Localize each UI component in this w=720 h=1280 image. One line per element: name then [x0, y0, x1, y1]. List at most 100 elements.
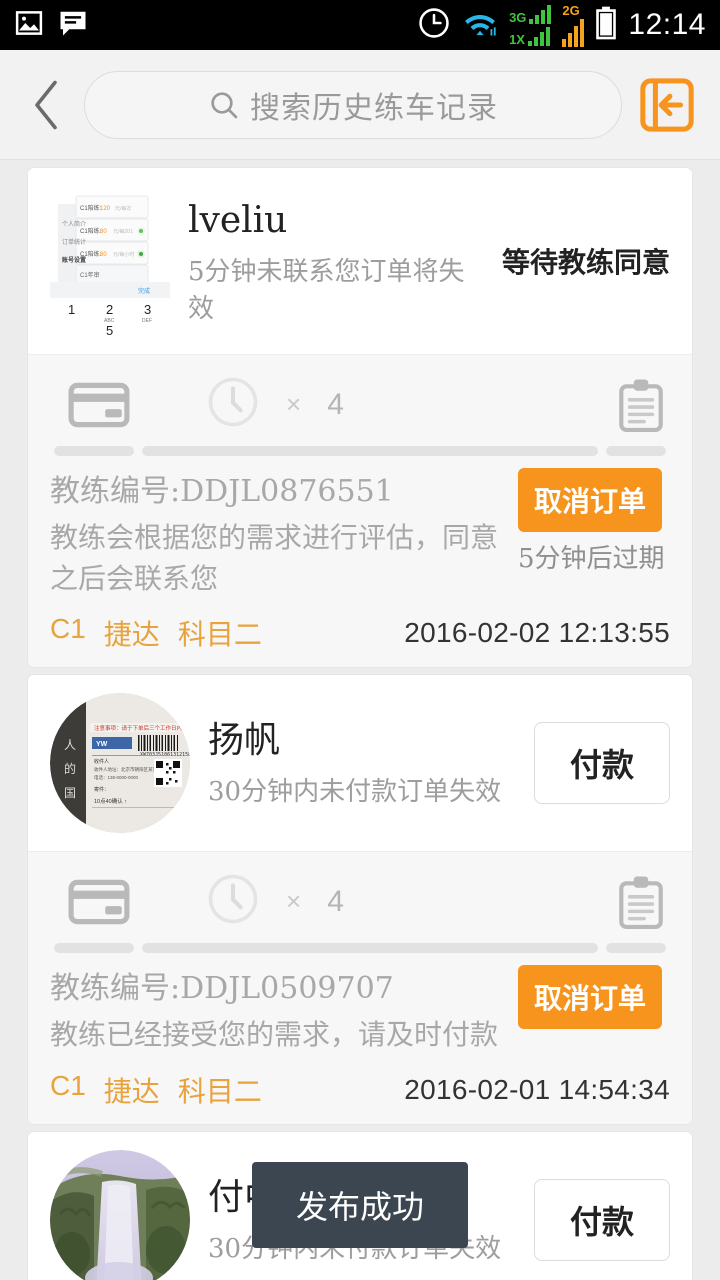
svg-text:1: 1 [68, 302, 75, 317]
credit-card-icon [56, 382, 142, 428]
cancel-order-button[interactable]: 取消订单 [518, 965, 662, 1030]
exit-arrow-icon [640, 77, 694, 132]
order-icon-row: × 4 [50, 868, 670, 931]
svg-text:完成: 完成 [138, 287, 150, 295]
multiply-symbol: × [286, 389, 302, 419]
coach-id: 教练编号:DDJL0509707 [50, 971, 394, 1007]
tag-license: C1 [50, 613, 86, 645]
svg-text:5: 5 [106, 323, 113, 336]
order-tag-row: C1 捷达 科目二 2016-02-02 12:13:55 [50, 613, 670, 653]
svg-text:10点40确认 ↑: 10点40确认 ↑ [94, 797, 127, 805]
svg-text:80: 80 [100, 229, 107, 235]
order-card-body: × 4 教练编号:DDJL0509707 教练已经接受您的需求，请及时付款 取消… [28, 851, 692, 1124]
order-card-header: C1陪练: 120 元/每次 C1陪练: 80 元/每201 C1陪练: 80 … [28, 168, 692, 354]
svg-text:元/每次: 元/每次 [115, 205, 131, 212]
svg-text:订单统计: 订单统计 [62, 238, 86, 246]
signal-2g-icon: 2G [562, 4, 585, 47]
svg-text:国: 国 [64, 786, 76, 800]
clock-icon [206, 375, 260, 434]
progress-step-3 [606, 943, 666, 954]
svg-text:3: 3 [144, 302, 151, 317]
order-card[interactable]: C1陪练: 120 元/每次 C1陪练: 80 元/每201 C1陪练: 80 … [28, 168, 692, 668]
session-count: 4 [327, 387, 344, 421]
svg-text:DEF: DEF [142, 318, 152, 324]
status-bar: 3G 1X 2G 12:14 [0, 0, 720, 50]
svg-text:元/每小时: 元/每小时 [113, 251, 134, 258]
progress-step-2 [142, 446, 598, 456]
svg-text:寄件：: 寄件： [94, 786, 109, 793]
svg-text:C1陪练:: C1陪练: [80, 227, 102, 235]
svg-text:元/每201: 元/每201 [113, 228, 133, 235]
coach-name: lveliu [188, 199, 288, 241]
svg-text:80: 80 [100, 252, 107, 258]
svg-text:C1陪练:: C1陪练: [80, 250, 102, 258]
back-button[interactable] [22, 75, 70, 135]
progress-step-3 [606, 446, 666, 456]
progress-step-1 [54, 446, 134, 456]
waterfall-photo-avatar[interactable] [50, 1149, 190, 1280]
coach-id: 教练编号:DDJL0876551 [50, 474, 394, 509]
order-status-badge: 等待教练同意 [501, 246, 670, 279]
order-tag-row: C1 捷达 科目二 2016-02-01 14:54:34 [50, 1070, 670, 1110]
signal-1x-icon: 1X [509, 26, 551, 46]
svg-text:2: 2 [106, 302, 113, 317]
order-card[interactable]: 人 的 国 注意事项：请于下单后三个工作日内，按照页面提示完成付款 YW [28, 675, 692, 1124]
svg-text:个人简介: 个人简介 [62, 220, 86, 228]
screenshot-thumbnail-avatar[interactable]: C1陪练: 120 元/每次 C1陪练: 80 元/每201 C1陪练: 80 … [50, 186, 170, 336]
svg-text:C1年审: C1年审 [80, 271, 100, 279]
alarm-clock-icon [417, 6, 451, 45]
order-subtitle: 5分钟未联系您订单将失效 [188, 256, 465, 324]
battery-icon [595, 6, 617, 45]
order-card-header: 人 的 国 注意事项：请于下单后三个工作日内，按照页面提示完成付款 YW [28, 675, 692, 851]
progress-step-2 [142, 943, 598, 954]
multiply-symbol: × [286, 886, 302, 917]
svg-text:人: 人 [64, 738, 76, 752]
credit-card-icon [56, 879, 142, 925]
svg-text:注意事项：请于下单后三个工作日内，按照页面提示完成付款: 注意事项：请于下单后三个工作日内，按照页面提示完成付款 [94, 724, 190, 732]
shipping-label-photo-avatar[interactable]: 人 的 国 注意事项：请于下单后三个工作日内，按照页面提示完成付款 YW [50, 693, 190, 834]
svg-text:电话：138-0000-0000: 电话：138-0000-0000 [94, 774, 139, 781]
svg-text:账号设置: 账号设置 [62, 256, 86, 264]
order-description: 教练已经接受您的需求，请及时付款 [50, 1018, 499, 1052]
svg-text:YW: YW [96, 741, 108, 748]
clipboard-icon [578, 874, 664, 930]
order-list[interactable]: C1陪练: 120 元/每次 C1陪练: 80 元/每201 C1陪练: 80 … [0, 160, 720, 1280]
tag-subject: 科目二 [177, 1074, 262, 1108]
clock-icon [206, 872, 260, 931]
pay-button[interactable]: 付款 [534, 722, 670, 805]
toast-message: 发布成功 [251, 1162, 469, 1248]
progress-step-1 [54, 943, 134, 954]
coach-name: 扬帆 [208, 720, 281, 762]
clipboard-icon [578, 377, 664, 433]
search-placeholder: 搜索历史练车记录 [250, 90, 498, 126]
svg-text:120: 120 [100, 206, 111, 212]
message-icon [58, 8, 88, 43]
chevron-left-icon [35, 80, 57, 129]
svg-text:收件人: 收件人 [94, 758, 109, 765]
order-card-body: × 4 教练编号:DDJL0876551 教练会根据您的需求进行评估，同意之后会… [28, 354, 692, 668]
tag-car-model: 捷达 [103, 1074, 160, 1108]
tag-subject: 科目二 [177, 618, 262, 652]
pay-button[interactable]: 付款 [534, 1178, 670, 1261]
expire-note: 5分钟后过期 [518, 544, 665, 574]
order-timestamp: 2016-02-01 14:54:34 [404, 1073, 670, 1105]
progress-steps [54, 943, 666, 954]
order-subtitle: 30分钟内未付款订单失效 [208, 777, 502, 808]
app-header: 搜索历史练车记录 [0, 50, 720, 160]
signal-3g-icon: 3G 1X [509, 4, 552, 46]
search-icon [211, 91, 238, 118]
progress-steps [54, 446, 666, 456]
svg-text:C1陪练:: C1陪练: [80, 204, 102, 212]
tag-license: C1 [50, 1069, 86, 1101]
order-timestamp: 2016-02-02 12:13:55 [404, 617, 670, 649]
svg-text:的: 的 [64, 761, 76, 776]
status-bar-time: 12:14 [628, 8, 706, 41]
search-input[interactable]: 搜索历史练车记录 [84, 70, 622, 139]
order-icon-row: × 4 [50, 371, 670, 434]
tag-car-model: 捷达 [103, 618, 160, 652]
cancel-order-button[interactable]: 取消订单 [518, 468, 662, 532]
order-description: 教练会根据您的需求进行评估，同意之后会联系您 [50, 521, 499, 595]
session-count: 4 [327, 884, 344, 918]
image-icon [14, 8, 44, 43]
exit-button[interactable] [636, 74, 698, 136]
